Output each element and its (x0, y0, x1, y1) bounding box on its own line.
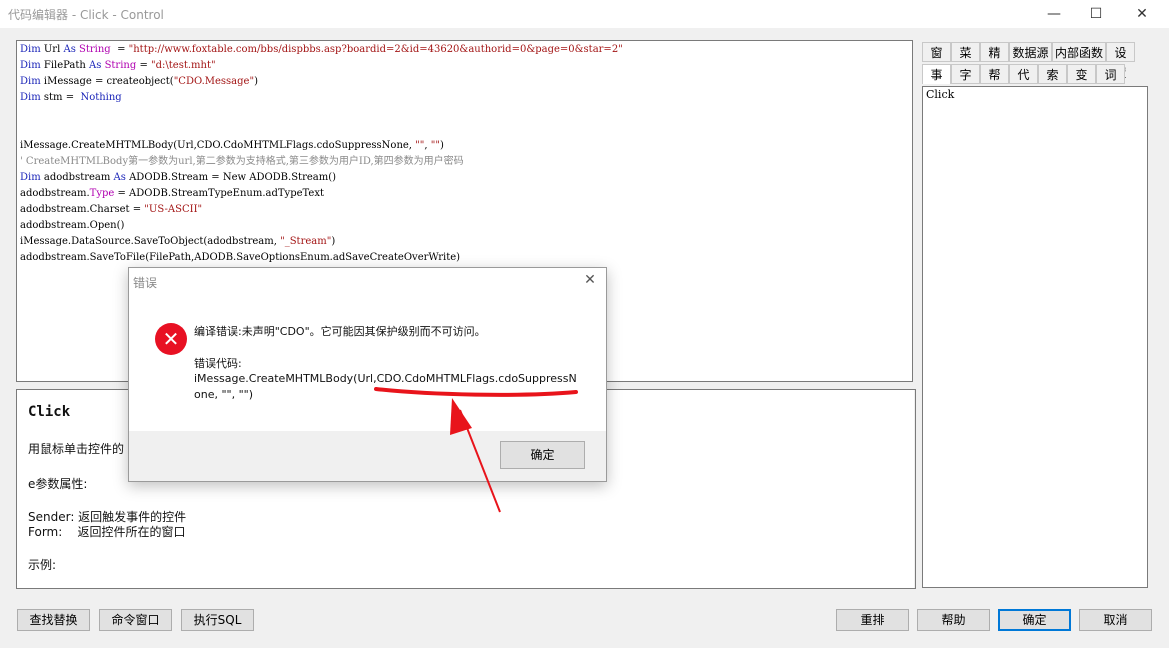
annotation-underline (374, 387, 578, 397)
annotation-overlay (374, 387, 578, 513)
